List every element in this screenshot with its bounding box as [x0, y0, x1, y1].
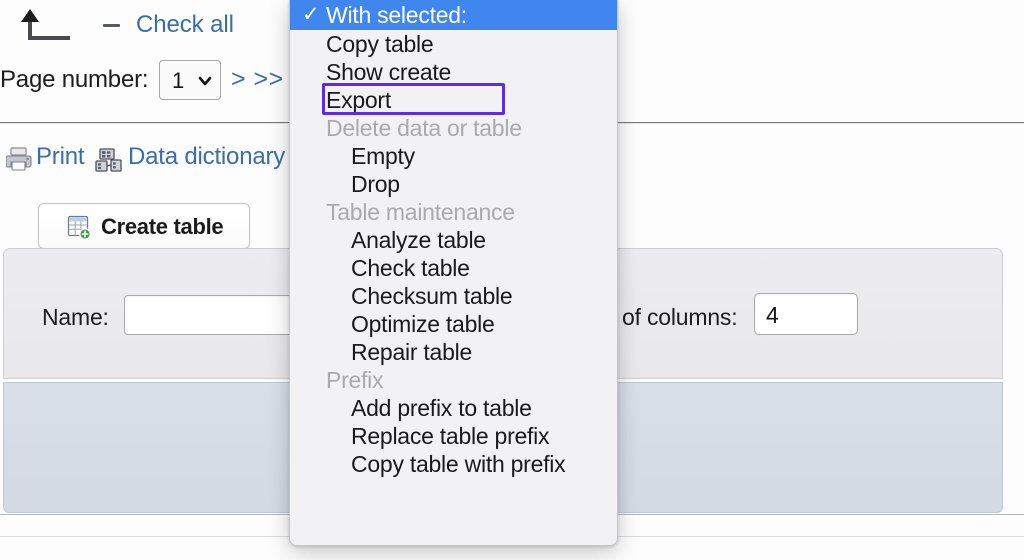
number-of-columns-value: 4: [766, 302, 779, 329]
menu-item[interactable]: Checksum table: [290, 282, 617, 310]
menu-header-with-selected[interactable]: ✓ With selected:: [290, 0, 617, 30]
menu-group-label: Prefix: [290, 366, 617, 394]
printer-icon: [6, 147, 32, 171]
menu-item[interactable]: Copy table with prefix: [290, 450, 617, 478]
arrow-up-with-line-icon: [12, 8, 72, 40]
menu-item[interactable]: Optimize table: [290, 310, 617, 338]
screenshot-root: Check all Page number: 1 > >> Print: [0, 0, 1024, 560]
checkmark-icon: ✓: [302, 0, 319, 30]
menu-group-label: Delete data or table: [290, 114, 617, 142]
name-label: Name:: [42, 304, 109, 331]
menu-item[interactable]: Drop: [290, 170, 617, 198]
number-of-columns-label: of columns:: [622, 304, 737, 331]
dropdown-menu-list: ✓ With selected: Copy tableShow createEx…: [290, 0, 617, 545]
data-dictionary-link[interactable]: Data dictionary: [128, 143, 285, 171]
create-table-button[interactable]: Create table: [38, 203, 250, 249]
page-number-select[interactable]: 1: [159, 60, 221, 100]
create-table-icon: [67, 215, 91, 239]
create-table-label: Create table: [101, 214, 223, 240]
menu-item[interactable]: Export: [290, 86, 617, 114]
menu-item[interactable]: Repair table: [290, 338, 617, 366]
number-of-columns-input[interactable]: 4: [754, 293, 858, 335]
menu-header-label: With selected:: [326, 2, 467, 28]
check-all-link[interactable]: Check all: [136, 11, 234, 39]
data-dictionary-icon: [95, 148, 123, 172]
menu-item[interactable]: Empty: [290, 142, 617, 170]
menu-item[interactable]: Add prefix to table: [290, 394, 617, 422]
menu-item[interactable]: Show create: [290, 58, 617, 86]
menu-item[interactable]: Analyze table: [290, 226, 617, 254]
with-selected-dropdown-menu[interactable]: ✓ With selected: Copy tableShow createEx…: [289, 0, 618, 546]
chevron-down-icon: [198, 74, 212, 88]
print-link[interactable]: Print: [36, 143, 84, 171]
page-number-value: 1: [172, 68, 184, 94]
menu-item[interactable]: Check table: [290, 254, 617, 282]
menu-group-label: Table maintenance: [290, 198, 617, 226]
page-number-label: Page number:: [0, 66, 148, 94]
next-page-arrows[interactable]: > >>: [231, 65, 284, 94]
menu-item[interactable]: Copy table: [290, 30, 617, 58]
minus-icon[interactable]: [103, 24, 120, 27]
menu-item[interactable]: Replace table prefix: [290, 422, 617, 450]
